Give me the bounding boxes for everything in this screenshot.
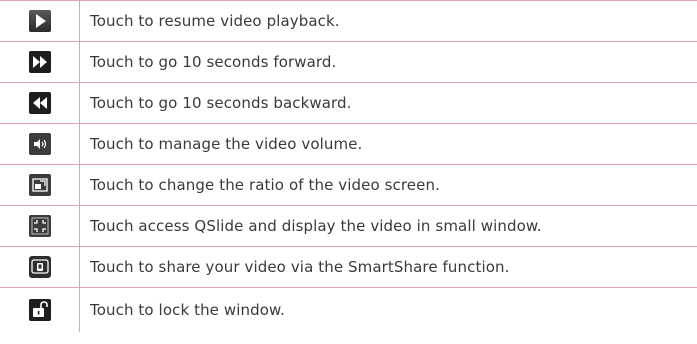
table-row: Touch to change the ratio of the video s… bbox=[0, 165, 697, 206]
icon-cell bbox=[0, 1, 80, 41]
row-description: Touch to go 10 seconds forward. bbox=[90, 53, 337, 71]
qslide-icon bbox=[28, 215, 51, 237]
table-row: Touch to lock the window. bbox=[0, 288, 697, 332]
volume-icon bbox=[28, 133, 51, 155]
table-row: Touch to go 10 seconds backward. bbox=[0, 83, 697, 124]
icon-description-table: Touch to resume video playback. Touch to… bbox=[0, 0, 697, 332]
row-description: Touch to resume video playback. bbox=[90, 12, 340, 30]
rewind-icon bbox=[28, 92, 51, 114]
table-row: Touch to resume video playback. bbox=[0, 1, 697, 42]
row-description: Touch to go 10 seconds backward. bbox=[90, 94, 352, 112]
row-description: Touch access QSlide and display the vide… bbox=[90, 217, 542, 235]
lock-icon bbox=[28, 299, 51, 321]
icon-cell bbox=[0, 288, 80, 332]
table-row: Touch to manage the video volume. bbox=[0, 124, 697, 165]
smartshare-icon bbox=[28, 256, 51, 278]
row-description: Touch to lock the window. bbox=[90, 301, 285, 319]
table-row: Touch to go 10 seconds forward. bbox=[0, 42, 697, 83]
row-description: Touch to share your video via the SmartS… bbox=[90, 258, 510, 276]
icon-cell bbox=[0, 124, 80, 164]
icon-cell bbox=[0, 165, 80, 205]
fast-forward-icon bbox=[28, 51, 51, 73]
icon-cell bbox=[0, 206, 80, 246]
table-row: Touch access QSlide and display the vide… bbox=[0, 206, 697, 247]
table-row: Touch to share your video via the SmartS… bbox=[0, 247, 697, 288]
icon-cell bbox=[0, 247, 80, 287]
icon-cell bbox=[0, 83, 80, 123]
icon-cell bbox=[0, 42, 80, 82]
screen-ratio-icon bbox=[28, 174, 51, 196]
row-description: Touch to change the ratio of the video s… bbox=[90, 176, 440, 194]
play-icon bbox=[28, 10, 51, 32]
row-description: Touch to manage the video volume. bbox=[90, 135, 363, 153]
